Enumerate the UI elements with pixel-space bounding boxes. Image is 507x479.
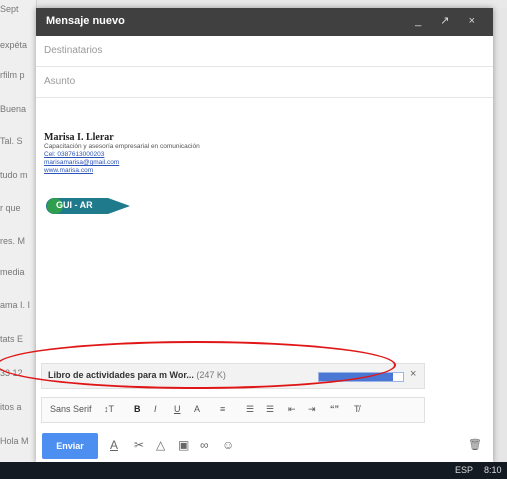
logo-text: GUI - AR [56, 200, 93, 210]
inbox-row[interactable]: r que [0, 203, 36, 213]
signature-email[interactable]: marisamarisa@gmail.com [44, 159, 344, 167]
attachment-remove-icon[interactable]: × [410, 368, 416, 380]
bold-icon[interactable]: B [134, 404, 141, 414]
font-family-select[interactable]: Sans Serif [50, 404, 92, 414]
inbox-row[interactable]: ama I. I [0, 300, 36, 310]
indent-less-icon[interactable]: ⇤ [288, 404, 296, 415]
compose-titlebar[interactable]: Mensaje nuevo _ ↗ × [36, 8, 493, 36]
background-scrollbar[interactable] [493, 8, 507, 462]
inbox-row[interactable]: Sept [0, 4, 36, 14]
language-indicator[interactable]: ESP [455, 465, 473, 475]
inbox-row[interactable]: itos a [0, 402, 36, 412]
bulleted-list-icon[interactable]: ☰ [266, 404, 274, 415]
inbox-row[interactable]: rfilm p [0, 70, 36, 80]
font-size-icon[interactable]: ↕T [104, 404, 114, 414]
formatting-options-icon[interactable]: A [110, 438, 118, 452]
insert-link-icon[interactable]: ∞ [200, 438, 209, 452]
inbox-row[interactable]: media [0, 267, 36, 277]
to-field[interactable]: Destinatarios [36, 36, 493, 67]
clock[interactable]: 8:10 [484, 465, 502, 475]
discard-trash-icon[interactable]: 🗑 [468, 438, 482, 451]
align-icon[interactable]: ≡ [220, 404, 225, 414]
underline-icon[interactable]: U [174, 404, 181, 414]
window-controls[interactable]: _ ↗ × [415, 14, 483, 27]
background-inbox-list: Sept expéta rfilm p Buena Tal. S tudo m … [0, 0, 37, 462]
background-header [36, 0, 507, 8]
inbox-row[interactable]: tudo m [0, 170, 36, 180]
annotation-highlight-ellipse [0, 341, 396, 389]
clear-format-icon[interactable]: T̸ [354, 404, 360, 414]
taskbar: ESP 8:10 [0, 462, 507, 479]
send-bar: Enviar A ✂ △ ▣ ∞ ☺ 🗑 [36, 428, 493, 463]
numbered-list-icon[interactable]: ☰ [246, 404, 254, 415]
to-placeholder: Destinatarios [44, 45, 103, 56]
subject-placeholder: Asunto [44, 76, 76, 87]
text-color-icon[interactable]: A [194, 404, 200, 414]
subject-field[interactable]: Asunto [36, 67, 493, 98]
signature-phone[interactable]: Cel: 0387613000203 [44, 151, 344, 159]
signature-block: Marisa I. Llerar Capacitación y asesoría… [44, 132, 344, 214]
signature-name: Marisa I. Llerar [44, 132, 114, 143]
emoji-icon[interactable]: ☺ [222, 438, 234, 452]
formatting-toolbar: Sans Serif ↕T B I U A ≡ ☰ ☰ ⇤ ⇥ “” T̸ [41, 397, 425, 423]
inbox-row[interactable]: tats E [0, 334, 36, 344]
signature-website[interactable]: www.marisa.com [44, 167, 344, 175]
attach-file-icon[interactable]: ✂ [134, 438, 144, 452]
compose-title: Mensaje nuevo [46, 15, 125, 27]
insert-photo-icon[interactable]: ▣ [178, 438, 189, 452]
inbox-row[interactable]: Buena [0, 104, 36, 114]
compose-window: Mensaje nuevo _ ↗ × Destinatarios Asunto… [36, 8, 493, 463]
indent-more-icon[interactable]: ⇥ [308, 404, 316, 415]
drive-icon[interactable]: △ [156, 438, 165, 452]
inbox-row[interactable]: Hola M [0, 436, 36, 446]
quote-icon[interactable]: “” [330, 404, 339, 414]
inbox-row[interactable]: Tal. S [0, 136, 36, 146]
send-button[interactable]: Enviar [42, 433, 98, 459]
inbox-row[interactable]: expéta [0, 40, 36, 50]
italic-icon[interactable]: I [154, 404, 157, 414]
signature-tagline: Capacitación y asesoría empresarial en c… [44, 143, 200, 150]
inbox-row[interactable]: res. M [0, 236, 36, 246]
